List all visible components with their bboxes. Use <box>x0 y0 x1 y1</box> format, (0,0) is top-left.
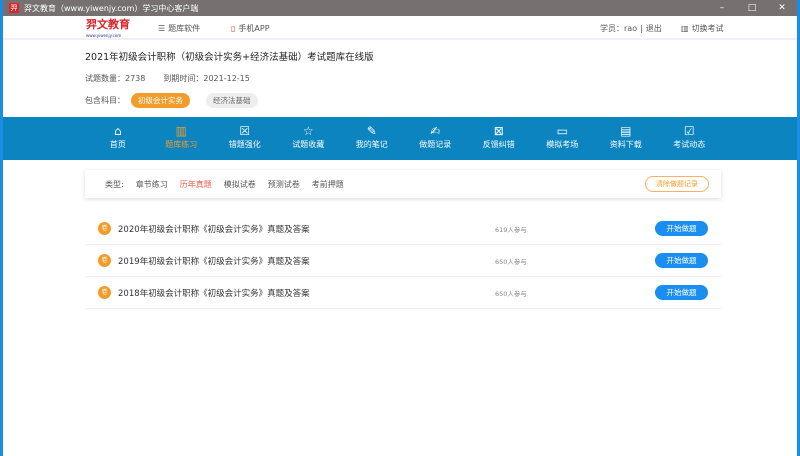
student-name: 学员：rao <box>600 24 638 33</box>
record-icon: ✍ <box>430 124 441 138</box>
exam-row: 卷 2018年初级会计职称《初级会计实务》真题及答案 650人参与 开始做题 <box>85 277 721 309</box>
nav-item-label: 错题强化 <box>228 140 261 149</box>
paper-badge-icon: 卷 <box>98 222 111 235</box>
exam-row: 卷 2020年初级会计职称《初级会计实务》真题及答案 619人参与 开始做题 <box>85 213 721 245</box>
star-icon: ☆ <box>302 124 314 138</box>
book-icon: ▥ <box>175 124 187 138</box>
edit-icon: ✎ <box>366 124 377 138</box>
nav-item-4[interactable]: ✎ 我的笔记 <box>340 117 404 160</box>
type-label: 类型: <box>105 179 124 189</box>
file-icon: ▤ <box>620 124 632 138</box>
list-icon: ☰ <box>158 24 166 33</box>
filter-option[interactable]: 章节练习 <box>136 179 168 190</box>
participant-count: 619人参与 <box>495 225 527 234</box>
subject-pill-accounting[interactable]: 初级会计实务 <box>131 93 190 108</box>
brand-logo[interactable]: 羿文教育 www.yiwenjy.com <box>86 19 130 41</box>
filter-option[interactable]: 模拟试卷 <box>224 179 256 190</box>
nav-item-3[interactable]: ☆ 试题收藏 <box>277 117 341 160</box>
nav-item-1[interactable]: ▥ 题库练习 <box>150 117 214 160</box>
wrong-doc-icon: ☒ <box>239 124 251 138</box>
nav-item-5[interactable]: ✍ 做题记录 <box>404 117 468 160</box>
start-exam-button[interactable]: 开始做题 <box>655 253 708 268</box>
question-bank-software-link[interactable]: ☰ 题库软件 <box>158 23 200 34</box>
subjects-label: 包含科目： <box>85 96 125 105</box>
monitor-icon: ▭ <box>556 124 568 138</box>
switch-exam-button[interactable]: ▥ 切换考试 <box>681 23 724 34</box>
nav-item-9[interactable]: ☑ 考试动态 <box>658 117 722 160</box>
nav-item-label: 反馈纠错 <box>482 140 515 149</box>
mobile-app-link[interactable]: ▯ 手机APP <box>231 23 270 34</box>
type-filter-bar: 类型: 章节练习 历年真题 模拟试卷 预测试卷 考前押题 清除做题记录 <box>85 170 721 198</box>
participant-count: 650人参与 <box>495 289 527 298</box>
logout-link[interactable]: 退出 <box>646 23 662 34</box>
question-count: 试题数量：2738 <box>85 74 146 83</box>
nav-item-label: 考试动态 <box>673 140 706 149</box>
app-logo-icon: 羿 <box>9 3 19 13</box>
home-icon: ⌂ <box>113 124 122 138</box>
filter-option[interactable]: 历年真题 <box>180 179 212 190</box>
window-titlebar: 羿 羿文教育（www.yiwenjy.com）学习中心客户端 – □ ✕ <box>3 0 797 16</box>
nav-item-label: 我的笔记 <box>355 140 388 149</box>
minimize-button[interactable]: – <box>707 3 737 13</box>
filter-option[interactable]: 预测试卷 <box>268 179 300 190</box>
nav-item-label: 试题收藏 <box>292 140 325 149</box>
window-title: 羿文教育（www.yiwenjy.com）学习中心客户端 <box>24 3 199 13</box>
nav-item-label: 题库练习 <box>165 140 198 149</box>
filter-option[interactable]: 考前押题 <box>312 179 344 190</box>
header: 羿文教育 www.yiwenjy.com ☰ 题库软件 ▯ 手机APP 学员：rao |… <box>3 16 797 40</box>
nav-item-2[interactable]: ☒ 错题强化 <box>213 117 277 160</box>
subject-pill-economic-law[interactable]: 经济法基础 <box>206 93 258 108</box>
start-exam-button[interactable]: 开始做题 <box>655 221 708 236</box>
expire-date: 到期时间：2021-12-15 <box>163 74 250 83</box>
feedback-icon: ⊠ <box>493 124 504 138</box>
nav-item-0[interactable]: ⌂ 首页 <box>86 117 150 160</box>
page-title: 2021年初级会计职称（初级会计实务+经济法基础）考试题库在线版 <box>85 52 374 63</box>
exam-title[interactable]: 2018年初级会计职称《初级会计实务》真题及答案 <box>118 287 310 299</box>
close-button[interactable]: ✕ <box>767 3 797 13</box>
exam-title[interactable]: 2020年初级会计职称《初级会计实务》真题及答案 <box>118 223 310 235</box>
exam-title[interactable]: 2019年初级会计职称《初级会计实务》真题及答案 <box>118 255 310 267</box>
start-exam-button[interactable]: 开始做题 <box>655 285 708 300</box>
nav-item-6[interactable]: ⊠ 反馈纠错 <box>467 117 531 160</box>
phone-icon: ▯ <box>231 24 236 33</box>
participant-count: 650人参与 <box>495 257 527 266</box>
clear-records-button[interactable]: 清除做题记录 <box>645 176 709 192</box>
checklist-icon: ☑ <box>683 124 695 138</box>
nav-item-label: 首页 <box>109 140 126 149</box>
paper-badge-icon: 卷 <box>98 286 111 299</box>
nav-item-label: 做题记录 <box>419 140 452 149</box>
switch-icon: ▥ <box>681 24 689 33</box>
main-nav: ⌂ 首页 ▥ 题库练习 ☒ 错题强化 ☆ 试题收藏 ✎ 我的笔记 ✍ 做题记录 ⊠ 反馈纠错 ▭ 模拟考场 ▤ 资… <box>3 117 797 160</box>
nav-item-7[interactable]: ▭ 模拟考场 <box>531 117 595 160</box>
paper-badge-icon: 卷 <box>98 254 111 267</box>
nav-item-label: 模拟考场 <box>546 140 579 149</box>
exam-row: 卷 2019年初级会计职称《初级会计实务》真题及答案 650人参与 开始做题 <box>85 245 721 277</box>
maximize-button[interactable]: □ <box>737 3 767 13</box>
nav-item-label: 资料下载 <box>609 140 642 149</box>
nav-item-8[interactable]: ▤ 资料下载 <box>594 117 658 160</box>
